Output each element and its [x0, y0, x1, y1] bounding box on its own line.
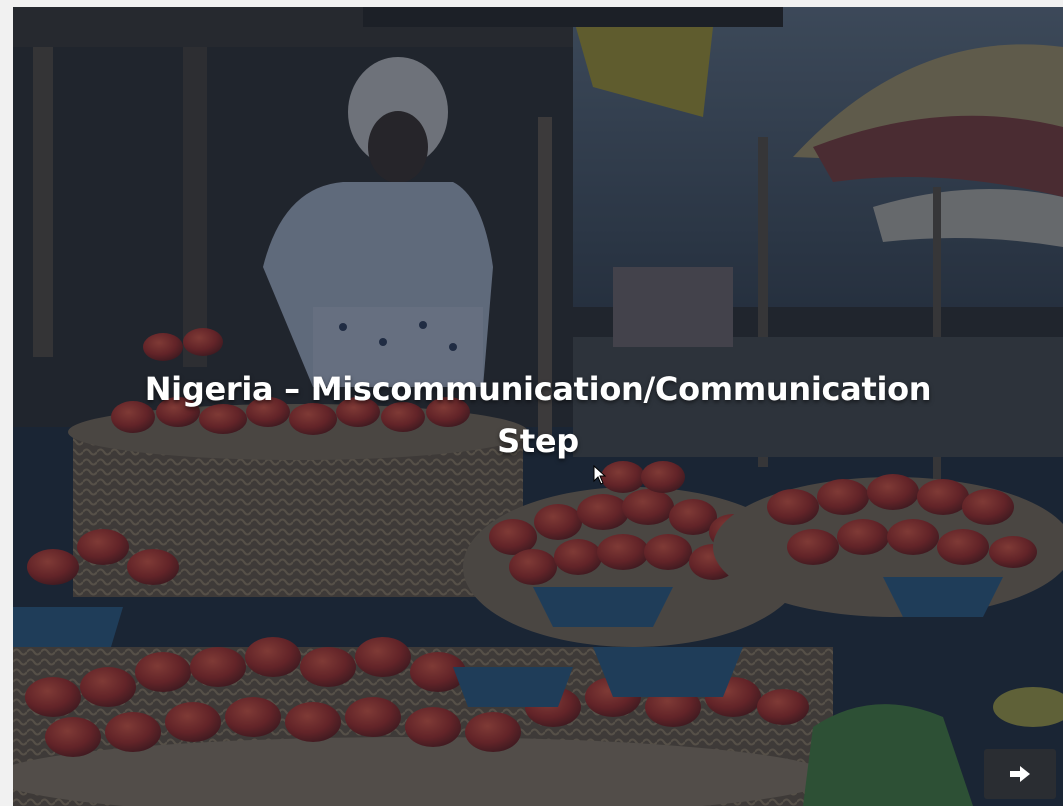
- slide-title: Nigeria – Miscommunication/Communication…: [144, 370, 932, 460]
- next-button[interactable]: [984, 749, 1056, 799]
- mouse-cursor-icon: [593, 465, 607, 485]
- arrow-right-icon: [1008, 764, 1032, 784]
- slide-frame: Nigeria – Miscommunication/Communication…: [13, 7, 1063, 806]
